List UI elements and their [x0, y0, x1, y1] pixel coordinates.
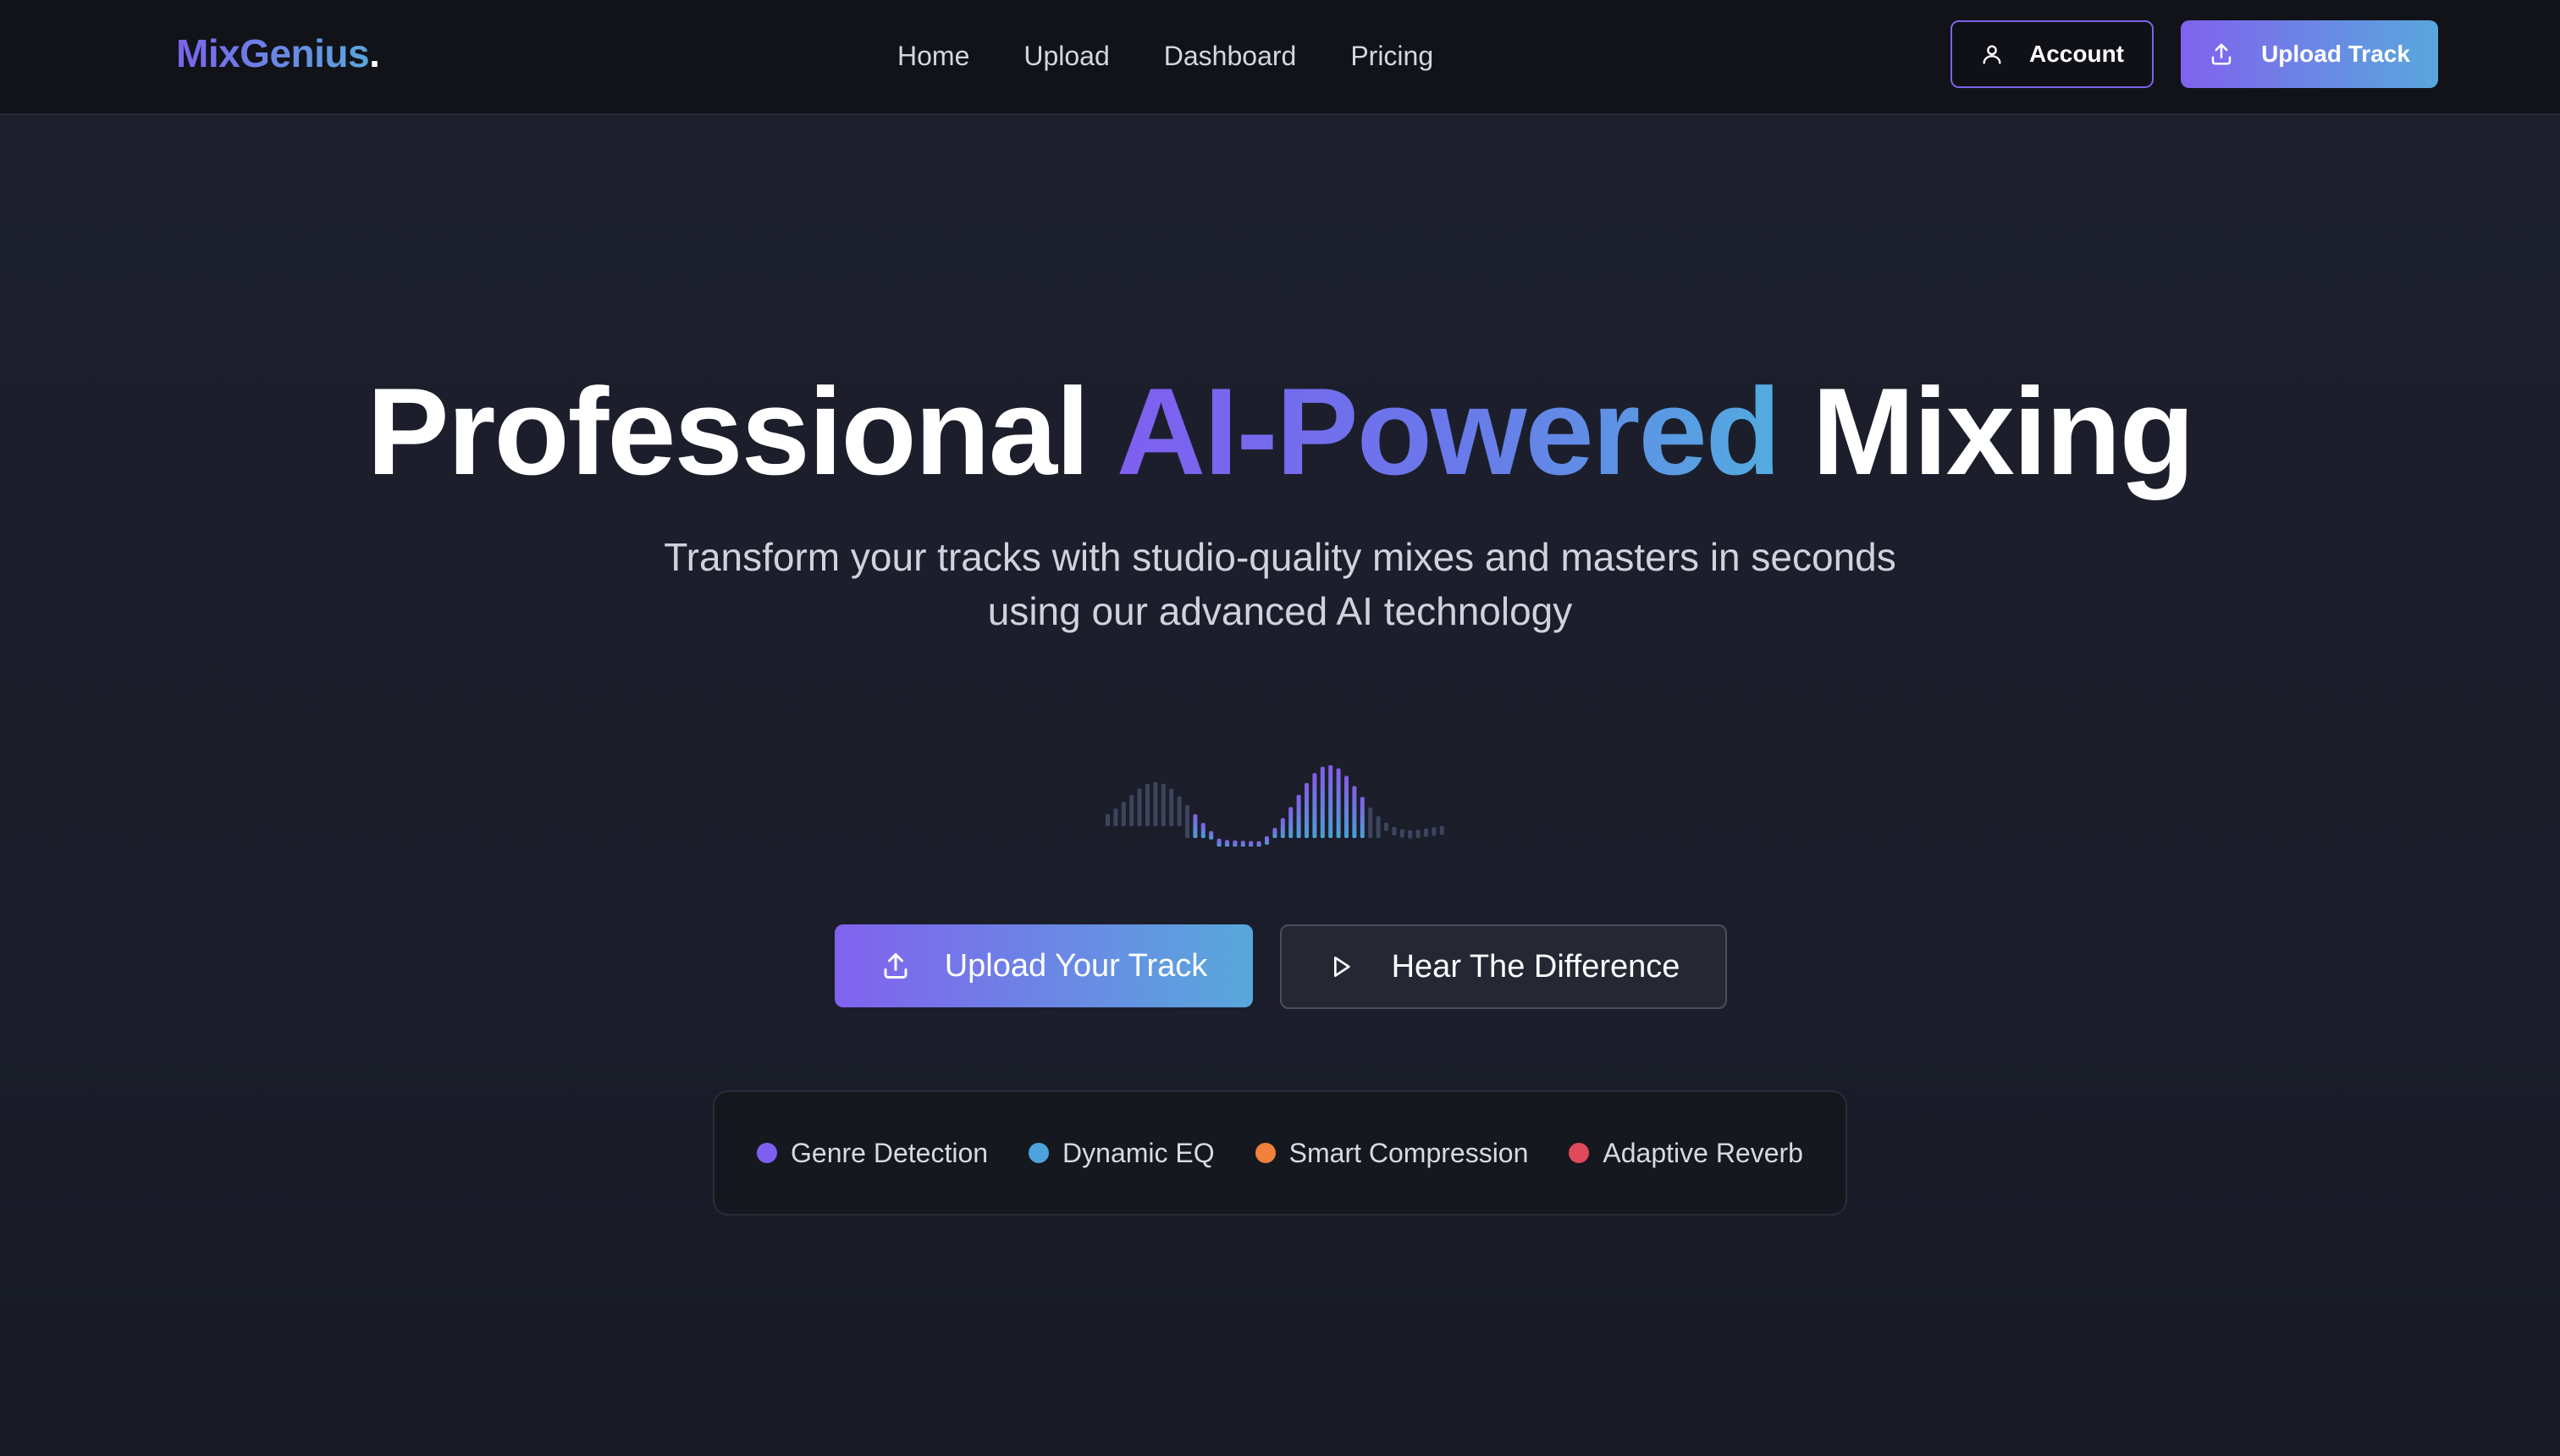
waveform-bar: [1424, 828, 1428, 837]
waveform-graphic: [1106, 764, 1444, 847]
logo-dot: .: [369, 31, 380, 75]
waveform-bar: [1415, 830, 1421, 839]
waveform-bar: [1240, 841, 1245, 847]
nav-home-link[interactable]: Home: [897, 41, 969, 72]
waveform-bar: [1320, 766, 1325, 838]
waveform-bar: [1129, 794, 1134, 826]
waveform-bar: [1392, 826, 1397, 836]
feature-label: Genre Detection: [791, 1137, 989, 1168]
waveform-bar: [1249, 841, 1254, 847]
upload-icon: [2209, 41, 2234, 67]
waveform-bar: [1312, 773, 1317, 838]
nav-dashboard-link[interactable]: Dashboard: [1164, 41, 1297, 72]
feature-label: Smart Compression: [1288, 1137, 1529, 1168]
waveform-bar: [1177, 796, 1182, 826]
waveform-bar: [1137, 788, 1142, 826]
waveform-bar: [1161, 784, 1166, 826]
feature-label: Dynamic EQ: [1062, 1137, 1215, 1168]
waveform-bar: [1225, 840, 1229, 847]
feature-label: Adaptive Reverb: [1603, 1137, 1803, 1168]
feature-dot: [757, 1143, 778, 1163]
waveform-bar: [1200, 823, 1206, 838]
waveform-bar: [1233, 840, 1238, 847]
waveform-bar: [1296, 795, 1301, 838]
upload-icon: [880, 951, 911, 981]
hero-subtitle-line-1: Transform your tracks with studio-qualit…: [664, 535, 1896, 579]
logo[interactable]: MixGenius.: [176, 30, 380, 81]
waveform-bar: [1408, 830, 1413, 839]
hero-actions: Upload Your Track Hear The Difference: [835, 924, 1727, 1009]
waveform-bar: [1360, 797, 1365, 838]
feature-smart-compression: Smart Compression: [1255, 1137, 1529, 1169]
play-icon: [1327, 953, 1354, 980]
waveform-bar: [1272, 827, 1277, 838]
feature-adaptive-reverb: Adaptive Reverb: [1569, 1138, 1803, 1169]
upload-your-track-button[interactable]: Upload Your Track: [835, 924, 1253, 1007]
upload-track-button-label: Upload Track: [2261, 41, 2410, 67]
feature-dot: [1029, 1143, 1050, 1163]
user-icon: [1980, 42, 2004, 66]
waveform-bar: [1113, 808, 1118, 826]
nav-links: Home Upload Dashboard Pricing: [897, 34, 1433, 78]
waveform-bar: [1305, 782, 1309, 838]
feature-dot: [1255, 1143, 1276, 1163]
waveform-bar: [1280, 818, 1285, 838]
page: MixGenius. Home Upload Dashboard Pricing…: [0, 0, 2560, 1456]
waveform-bar: [1384, 822, 1388, 831]
hero-title-highlight: AI-Powered: [1116, 362, 1781, 500]
waveform-bar: [1121, 802, 1126, 826]
waveform-bar: [1368, 807, 1373, 838]
account-button-label: Account: [2029, 41, 2124, 67]
waveform-bar: [1328, 764, 1333, 838]
top-navbar: MixGenius. Home Upload Dashboard Pricing…: [0, 0, 2560, 115]
waveform-bar: [1336, 768, 1341, 838]
waveform-bar: [1399, 829, 1404, 838]
waveform-bar: [1344, 775, 1349, 838]
hero-title: Professional AI-Powered Mixing: [0, 364, 2560, 499]
upload-your-track-label: Upload Your Track: [944, 947, 1208, 984]
waveform-bar: [1256, 841, 1261, 847]
waveform-bar: [1193, 813, 1198, 838]
waveform-bar: [1376, 816, 1381, 838]
waveform-bar: [1169, 788, 1174, 826]
upload-track-button[interactable]: Upload Track: [2181, 20, 2438, 88]
hear-the-difference-button[interactable]: Hear The Difference: [1280, 924, 1727, 1009]
waveform-bar: [1217, 838, 1222, 847]
waveform-bar: [1209, 830, 1214, 840]
waveform-bar: [1185, 805, 1189, 838]
waveform-bar: [1265, 836, 1269, 845]
feature-dynamic-eq: Dynamic EQ: [1029, 1138, 1215, 1169]
waveform-bar: [1439, 826, 1444, 835]
waveform-bar: [1106, 813, 1110, 826]
feature-pills: Genre Detection Dynamic EQ Smart Compres…: [713, 1090, 1847, 1216]
nav-upload-link[interactable]: Upload: [1023, 41, 1109, 72]
hero-subtitle-line-2: using our advanced AI technology: [987, 589, 1573, 633]
hear-the-difference-label: Hear The Difference: [1391, 948, 1680, 984]
waveform-bar: [1288, 807, 1294, 838]
feature-dot: [1569, 1143, 1590, 1163]
waveform-bar: [1153, 781, 1158, 826]
hero-title-start: Professional: [367, 362, 1117, 500]
waveform-bar: [1145, 783, 1150, 826]
waveform-bar: [1352, 786, 1357, 838]
hero-subtitle: Transform your tracks with studio-qualit…: [518, 530, 2042, 638]
account-button[interactable]: Account: [1950, 20, 2154, 88]
logo-text: MixGenius: [176, 31, 370, 75]
hero-title-end: Mixing: [1779, 362, 2194, 500]
waveform-bar: [1432, 827, 1437, 836]
feature-genre-detection: Genre Detection: [757, 1138, 988, 1169]
nav-pricing-link[interactable]: Pricing: [1350, 41, 1433, 72]
